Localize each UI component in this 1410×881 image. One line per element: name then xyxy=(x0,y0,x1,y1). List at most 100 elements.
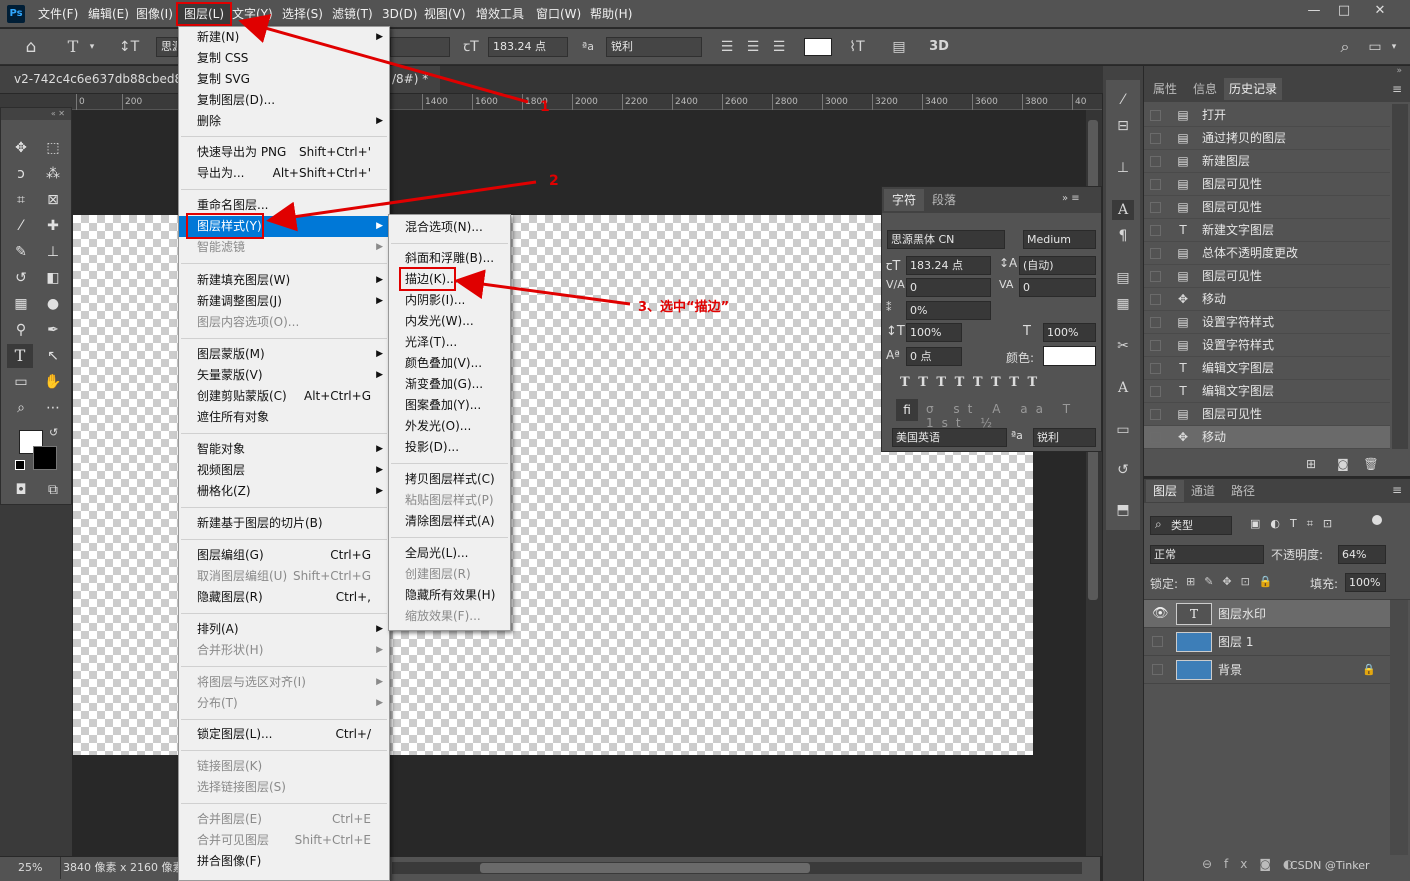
menu-item-distribute[interactable]: 分布(T) ▶ xyxy=(179,693,389,714)
menu-item-satin[interactable]: 光泽(T)... xyxy=(389,332,510,353)
character-panel-icon[interactable]: ▤ xyxy=(888,37,910,57)
adjustments-icon[interactable]: ⊟ xyxy=(1112,116,1134,136)
tools-icon[interactable]: ✂ xyxy=(1112,336,1134,356)
menu-type[interactable]: 文字(Y) xyxy=(232,0,273,28)
lock-icons[interactable]: ⊞✎✥⊡🔒 xyxy=(1186,575,1282,588)
tab-character[interactable]: 字符 xyxy=(884,189,924,211)
history-item[interactable]: ▤ 图层可见性 xyxy=(1144,403,1390,426)
menu-item-layer-content-options[interactable]: 图层内容选项(O)... xyxy=(179,312,389,333)
layer-row[interactable]: 背景 🔒 xyxy=(1144,656,1390,684)
3d-icon[interactable]: ⬒ xyxy=(1112,500,1134,520)
menu-item-create-layer[interactable]: 创建图层(R) xyxy=(389,564,510,585)
menu-plugins[interactable]: 增效工具 xyxy=(476,0,524,28)
baseline-shift-field[interactable]: 0 点 xyxy=(906,347,962,366)
menu-item-mask-all-objects[interactable]: 遮住所有对象 xyxy=(179,407,389,428)
layer-name[interactable]: 图层水印 xyxy=(1218,600,1266,628)
menu-item-new-layer-based-slice[interactable]: 新建基于图层的切片(B) xyxy=(179,513,389,534)
menu-view[interactable]: 视图(V) xyxy=(424,0,466,28)
font-size-field[interactable]: 183.24 点 xyxy=(488,37,568,57)
gradient-tool-icon[interactable]: ▦ xyxy=(9,292,33,316)
menu-item-ungroup-layers[interactable]: 取消图层编组(U) Shift+Ctrl+G xyxy=(179,566,389,587)
pen-tool-icon[interactable]: ✒ xyxy=(41,318,65,342)
dodge-tool-icon[interactable]: ⚲ xyxy=(9,318,33,342)
menu-item-flatten-image[interactable]: 拼合图像(F) xyxy=(179,851,389,872)
history-item[interactable]: T 编辑文字图层 xyxy=(1144,380,1390,403)
menu-item-hide-layers[interactable]: 隐藏图层(R) Ctrl+, xyxy=(179,587,389,608)
font-size-field[interactable]: 183.24 点 xyxy=(906,256,991,275)
history-icon[interactable]: ↺ xyxy=(1112,460,1134,480)
history-item[interactable]: ▤ 图层可见性 xyxy=(1144,265,1390,288)
menu-item-hide-all-effects[interactable]: 隐藏所有效果(H) xyxy=(389,585,510,606)
zoom-level[interactable]: 25% xyxy=(18,857,42,879)
history-item[interactable]: T 新建文字图层 xyxy=(1144,219,1390,242)
text-color-swatch[interactable] xyxy=(1043,346,1096,366)
tsume-field[interactable]: 0% xyxy=(906,301,991,320)
character-panel-icon[interactable]: A xyxy=(1112,200,1134,220)
path-select-tool-icon[interactable]: ↖ xyxy=(41,344,65,368)
menu-item-inner-glow[interactable]: 内发光(W)... xyxy=(389,311,510,332)
opentype-buttons[interactable]: σ st A aa T 1st ½ xyxy=(926,402,1101,430)
align-center-icon[interactable]: ☰ xyxy=(742,37,764,57)
menu-item-color-overlay[interactable]: 颜色叠加(V)... xyxy=(389,353,510,374)
brush-settings-icon[interactable]: ⁄ xyxy=(1112,90,1134,110)
search-icon[interactable]: ⌕ xyxy=(1334,37,1356,57)
opacity-field[interactable]: 64% xyxy=(1338,545,1386,564)
crop-tool-icon[interactable]: ⌗ xyxy=(9,188,33,212)
menu-item-global-light[interactable]: 全局光(L)... xyxy=(389,543,510,564)
layer-filter-select[interactable]: 类型 xyxy=(1150,516,1232,535)
snapshot-icon[interactable]: ◙ xyxy=(1332,454,1354,474)
history-item[interactable]: ✥ 移动 xyxy=(1144,288,1390,311)
chevron-down-icon[interactable]: ▾ xyxy=(1388,37,1400,57)
character-styles-icon[interactable]: A xyxy=(1112,378,1134,398)
horizontal-scale-field[interactable]: 100% xyxy=(1043,323,1096,342)
history-item[interactable]: ▤ 新建图层 xyxy=(1144,150,1390,173)
tab-channels[interactable]: 通道 xyxy=(1184,480,1222,502)
menu-file[interactable]: 文件(F) xyxy=(38,0,78,28)
leading-field[interactable]: (自动) xyxy=(1019,256,1096,275)
menu-help[interactable]: 帮助(H) xyxy=(590,0,632,28)
zoom-tool-icon[interactable]: ⌕ xyxy=(9,396,33,420)
tab-history[interactable]: 历史记录 xyxy=(1224,78,1282,100)
history-item[interactable]: ▤ 设置字符样式 xyxy=(1144,311,1390,334)
menu-item-combine-shapes[interactable]: 合并形状(H) ▶ xyxy=(179,640,389,661)
menu-item-duplicate-layer[interactable]: 复制图层(D)... xyxy=(179,90,389,111)
history-item[interactable]: ▤ 设置字符样式 xyxy=(1144,334,1390,357)
type-tool-icon[interactable]: T xyxy=(62,37,84,57)
layer-row-selected[interactable]: 👁 T 图层水印 xyxy=(1144,600,1390,628)
history-item[interactable]: T 编辑文字图层 xyxy=(1144,357,1390,380)
layer-filter-icons[interactable]: ▣◐T⌗⊡ xyxy=(1250,517,1342,531)
glyphs-icon[interactable]: ▤ xyxy=(1112,268,1134,288)
tab-properties[interactable]: 属性 xyxy=(1146,78,1184,100)
menu-item-lock-layers[interactable]: 锁定图层(L)... Ctrl+/ xyxy=(179,724,389,745)
history-item[interactable]: ▤ 总体不透明度更改 xyxy=(1144,242,1390,265)
background-color-swatch[interactable] xyxy=(33,446,57,470)
menu-item-vector-mask[interactable]: 矢量蒙版(V) ▶ xyxy=(179,365,389,386)
menu-item-quick-export[interactable]: 快速导出为 PNG Shift+Ctrl+' xyxy=(179,142,389,163)
font-family-select[interactable]: 思源黑体 CN xyxy=(887,230,1005,249)
menu-item-smart-object[interactable]: 智能对象 ▶ xyxy=(179,439,389,460)
panel-menu-icon[interactable]: » ≡ xyxy=(1062,193,1080,204)
tab-layers[interactable]: 图层 xyxy=(1146,480,1184,502)
menu-item-outer-glow[interactable]: 外发光(O)... xyxy=(389,416,510,437)
visibility-box[interactable] xyxy=(1152,664,1163,675)
font-style-select[interactable]: Medium xyxy=(1023,230,1096,249)
paragraph-panel-icon[interactable]: ¶ xyxy=(1112,226,1134,246)
scrollbar-thumb[interactable] xyxy=(480,863,810,873)
new-document-from-state-icon[interactable]: ⊞ xyxy=(1300,454,1322,474)
blur-tool-icon[interactable]: ● xyxy=(41,292,65,316)
move-tool-icon[interactable]: ✥ xyxy=(9,136,33,160)
swatches-icon[interactable]: ▭ xyxy=(1112,420,1134,440)
frame-tool-icon[interactable]: ⊠ xyxy=(41,188,65,212)
type-tool-icon[interactable]: T xyxy=(7,344,33,368)
workspace-icon[interactable]: ▭ xyxy=(1364,37,1386,57)
menu-edit[interactable]: 编辑(E) xyxy=(88,0,129,28)
more-tools-icon[interactable]: ⋯ xyxy=(41,396,65,420)
marquee-tool-icon[interactable]: ⬚ xyxy=(41,136,65,160)
swap-colors-icon[interactable]: ↺ xyxy=(49,426,58,439)
text-style-buttons[interactable]: TTTTTTTT xyxy=(900,375,1046,390)
history-scrollbar[interactable] xyxy=(1392,104,1408,449)
screen-mode-icon[interactable]: ⧉ xyxy=(41,478,65,502)
menu-item-copy-layer-style[interactable]: 拷贝图层样式(C) xyxy=(389,469,510,490)
menu-item-drop-shadow[interactable]: 投影(D)... xyxy=(389,437,510,458)
history-brush-tool-icon[interactable]: ↺ xyxy=(9,266,33,290)
